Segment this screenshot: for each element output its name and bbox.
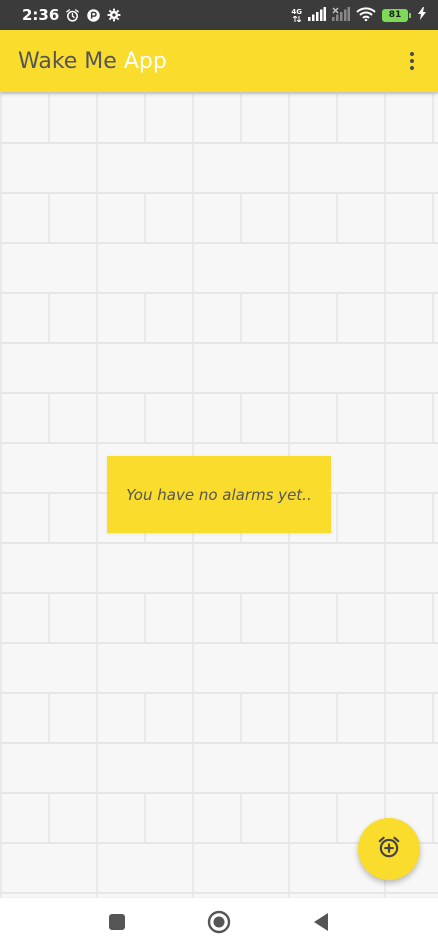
main-content: You have no alarms yet.. [0, 92, 438, 897]
app-title: Wake Me App [18, 49, 167, 74]
app-icon [85, 7, 101, 23]
home-circle-icon [207, 910, 231, 939]
add-alarm-button[interactable] [358, 818, 420, 880]
app-title-part2: App [123, 48, 167, 74]
app-title-part1: Wake Me [18, 48, 117, 74]
status-time: 2:36 [22, 6, 60, 24]
battery-level: 81 [388, 10, 402, 20]
charging-icon [418, 7, 426, 23]
app-bar: Wake Me App [0, 30, 438, 92]
signal-x-icon [332, 6, 350, 24]
status-left: 2:36 [22, 6, 122, 24]
settings-icon [106, 7, 122, 23]
more-vert-icon [410, 52, 414, 56]
back-button[interactable] [309, 912, 333, 936]
system-nav-bar [0, 897, 438, 950]
home-button[interactable] [207, 910, 231, 939]
back-triangle-icon [312, 912, 330, 937]
empty-state-message: You have no alarms yet.. [126, 485, 312, 504]
recents-square-icon [108, 913, 126, 936]
network-indicator: 4G [291, 7, 302, 22]
network-type-label: 4G [291, 7, 302, 16]
battery-icon: 81 [382, 8, 411, 22]
recents-button[interactable] [105, 912, 129, 936]
status-right: 4G 81 [291, 6, 426, 24]
status-bar: 2:36 4G 81 [0, 0, 438, 30]
signal-icon [308, 6, 326, 24]
wifi-icon [356, 6, 376, 24]
empty-state-card: You have no alarms yet.. [107, 456, 331, 533]
alarm-icon [64, 7, 80, 23]
overflow-menu-button[interactable] [400, 45, 424, 77]
add-alarm-icon [376, 834, 402, 865]
